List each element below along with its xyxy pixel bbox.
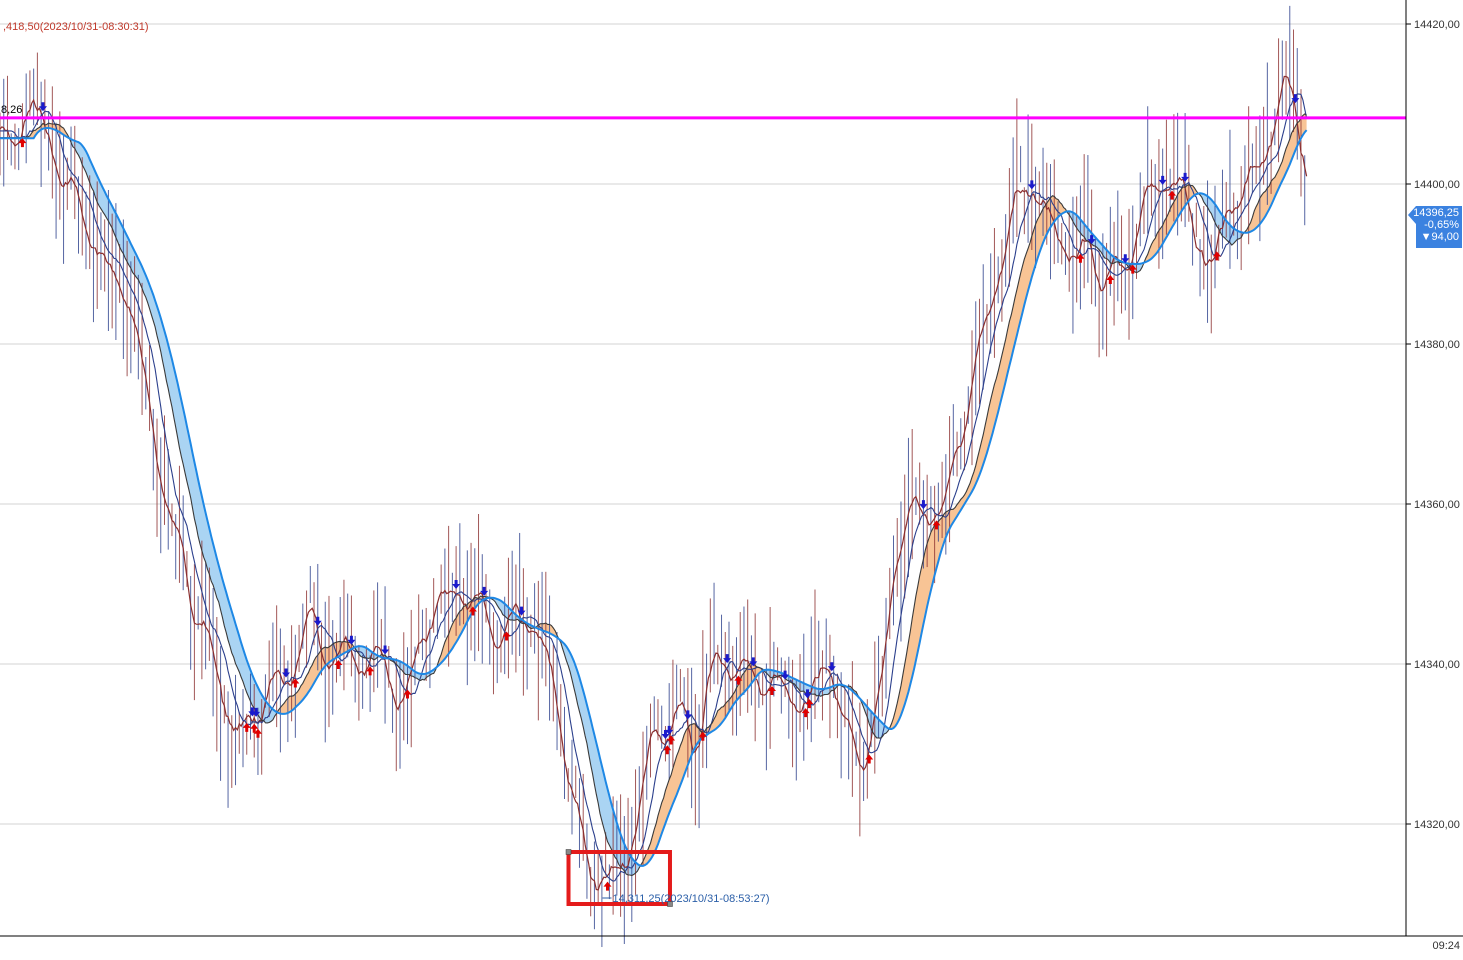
y-tick-label: 14400,00 — [1414, 179, 1460, 191]
current-price-text: ▼94,00 — [1421, 231, 1459, 243]
y-tick-label: 14340,00 — [1414, 659, 1460, 671]
current-price-tag: 14396,25-0,65%▼94,00 — [1408, 206, 1462, 248]
y-tick-label: 14420,00 — [1414, 19, 1460, 31]
horizontal-level-label: 8,26 — [1, 104, 22, 116]
high-marker-label: ,418,50(2023/10/31-08:30:31) — [3, 21, 149, 33]
price-chart: 14420,00 14400,00 14380,00 14360,00 14340,00… — [0, 0, 1463, 955]
current-price-text: -0,65% — [1424, 219, 1459, 231]
y-tick-label: 14380,00 — [1414, 339, 1460, 351]
y-tick-label: 14320,00 — [1414, 819, 1460, 831]
current-price-text: 14396,25 — [1413, 207, 1459, 219]
highlight-box-handle[interactable] — [565, 849, 572, 855]
x-tick-label: 09:24 — [1432, 940, 1460, 952]
low-marker-label: 14,311,25(2023/10/31-08:53:27) — [613, 893, 770, 905]
chart-container: 14420,00 14400,00 14380,00 14360,00 14340,00… — [0, 0, 1463, 955]
y-tick-label: 14360,00 — [1414, 499, 1460, 511]
